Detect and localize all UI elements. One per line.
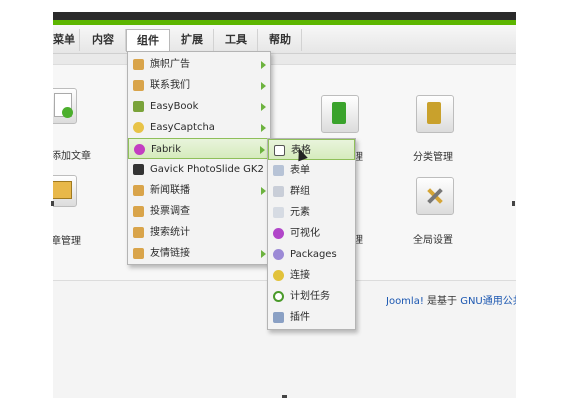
article-manager-icon[interactable] [53, 175, 77, 207]
folder-icon [133, 185, 144, 196]
menu-help[interactable]: 帮助 [259, 29, 302, 51]
joomla-link[interactable]: Joomla! [386, 296, 424, 307]
cpanel-label-add-article[interactable]: 添加文章 [53, 147, 91, 162]
add-article-icon[interactable] [53, 88, 77, 124]
menu-item-gavick-photoslide[interactable]: Gavick PhotoSlide GK2 [128, 159, 270, 180]
section-manager-icon[interactable] [321, 95, 359, 133]
group-icon [273, 186, 284, 197]
table-icon [274, 145, 285, 156]
submenu-item-connections[interactable]: 连接 [268, 265, 355, 286]
menu-item-contacts[interactable]: 联系我们 [128, 75, 270, 96]
cpanel-label-global-config[interactable]: 全局设置 [413, 231, 453, 246]
submenu-item-packages[interactable]: Packages [268, 244, 355, 265]
selection-handle [512, 201, 515, 206]
menu-content[interactable]: 内容 [81, 29, 126, 51]
clock-icon [273, 291, 284, 302]
menu-components[interactable]: 组件 [126, 29, 170, 52]
menu-extensions[interactable]: 扩展 [171, 29, 214, 51]
header-bar [53, 12, 516, 20]
submenu-arrow-icon [261, 103, 266, 111]
menu-menus[interactable]: 菜单 [53, 29, 80, 51]
form-icon [273, 165, 284, 176]
cpanel-label-article-manager[interactable]: 章管理 [53, 232, 81, 247]
submenu-item-elements[interactable]: 元素 [268, 202, 355, 223]
menu-item-fabrik[interactable]: Fabrik [128, 138, 270, 159]
package-icon [273, 249, 284, 260]
menu-item-polls[interactable]: 投票调查 [128, 201, 270, 222]
visualization-icon [273, 228, 284, 239]
components-dropdown: 旗帜广告 联系我们 EasyBook EasyCaptcha Fabrik Ga… [127, 51, 271, 265]
folder-icon [133, 248, 144, 259]
category-manager-icon[interactable] [416, 95, 454, 133]
cpanel-label-category-manager[interactable]: 分类管理 [413, 148, 453, 163]
submenu-arrow-icon [261, 61, 266, 69]
admin-menu-bar: 菜单 内容 组件 扩展 工具 帮助 [53, 25, 516, 54]
folder-icon [133, 227, 144, 238]
global-config-icon[interactable] [416, 177, 454, 215]
folder-icon [133, 59, 144, 70]
submenu-arrow-icon [261, 124, 266, 132]
book-icon [133, 101, 144, 112]
camera-icon [133, 164, 144, 175]
footer-text: Joomla! 是基于 GNU通用公共 [386, 292, 516, 307]
folder-icon [133, 206, 144, 217]
menu-item-newsfeeds[interactable]: 新闻联播 [128, 180, 270, 201]
fabrik-icon [134, 144, 145, 155]
fabrik-submenu: 表格 表单 群组 元素 可视化 Packages 连接 计划任务 插件 [267, 138, 356, 330]
submenu-item-tables[interactable]: 表格 [268, 139, 355, 160]
submenu-arrow-icon [261, 250, 266, 258]
submenu-arrow-icon [261, 187, 266, 195]
connection-icon [273, 270, 284, 281]
menu-item-search-stats[interactable]: 搜索统计 [128, 222, 270, 243]
submenu-arrow-icon [260, 146, 265, 154]
submenu-item-plugins[interactable]: 插件 [268, 307, 355, 328]
selection-handle [51, 201, 54, 206]
selection-handle [282, 395, 287, 398]
footer-static: 是基于 [423, 296, 461, 307]
toolbar-strip [53, 54, 516, 65]
menu-item-banners[interactable]: 旗帜广告 [128, 54, 270, 75]
plugin-icon [273, 312, 284, 323]
menu-item-easybook[interactable]: EasyBook [128, 96, 270, 117]
folder-icon [133, 80, 144, 91]
gnu-link[interactable]: GNU通用公共 [460, 296, 516, 307]
submenu-item-scheduled-tasks[interactable]: 计划任务 [268, 286, 355, 307]
submenu-item-groups[interactable]: 群组 [268, 181, 355, 202]
submenu-item-forms[interactable]: 表单 [268, 160, 355, 181]
menu-item-easycaptcha[interactable]: EasyCaptcha [128, 117, 270, 138]
element-icon [273, 207, 284, 218]
menu-item-weblinks[interactable]: 友情链接 [128, 243, 270, 264]
captcha-icon [133, 122, 144, 133]
submenu-arrow-icon [261, 82, 266, 90]
menu-tools[interactable]: 工具 [215, 29, 258, 51]
submenu-item-visualizations[interactable]: 可视化 [268, 223, 355, 244]
